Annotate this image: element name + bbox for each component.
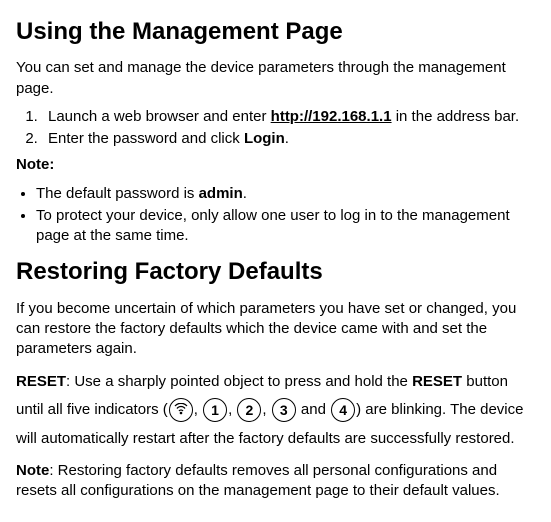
reset-instructions: RESET: Use a sharply pointed object to p… [16,368,535,454]
indicator-4-icon: 4 [331,398,355,422]
intro-management: You can set and manage the device parame… [16,58,535,99]
note-bullet-1: The default password is admin. [36,184,535,204]
restore-note: Note: Restoring factory defaults removes… [16,461,535,502]
step-2-text-a: Enter the password and click [48,130,244,147]
login-label: Login [244,130,285,147]
step-2: Enter the password and click Login. [42,129,535,149]
signal-icon [169,398,193,422]
management-url: http://192.168.1.1 [271,108,392,125]
step-2-text-c: . [285,130,289,147]
sep-3: , [262,401,270,418]
step-1: Launch a web browser and enter http://19… [42,107,535,127]
note-text-2: : Restoring factory defaults removes all… [16,462,500,499]
intro-restore: If you become uncertain of which paramet… [16,299,535,360]
heading-management: Using the Management Page [16,16,535,48]
bullet1-c: . [243,185,247,202]
heading-restore: Restoring Factory Defaults [16,256,535,288]
indicator-3-icon: 3 [272,398,296,422]
indicator-1-icon: 1 [203,398,227,422]
and-text: and [297,401,330,418]
steps-list: Launch a web browser and enter http://19… [16,107,535,150]
note-bullet-2: To protect your device, only allow one u… [36,206,535,247]
sep-2: , [228,401,236,418]
step-1-text-b: in the address bar. [392,108,520,125]
step-1-text-a: Launch a web browser and enter [48,108,271,125]
note-label-2: Note [16,462,49,479]
default-password: admin [199,185,243,202]
reset-text-a: : Use a sharply pointed object to press … [66,373,412,390]
note-label-1: Note: [16,155,535,175]
notes-list: The default password is admin. To protec… [16,184,535,247]
indicator-2-icon: 2 [237,398,261,422]
sep-1: , [194,401,202,418]
reset-button-name: RESET [412,373,462,390]
bullet1-a: The default password is [36,185,199,202]
reset-label: RESET [16,373,66,390]
